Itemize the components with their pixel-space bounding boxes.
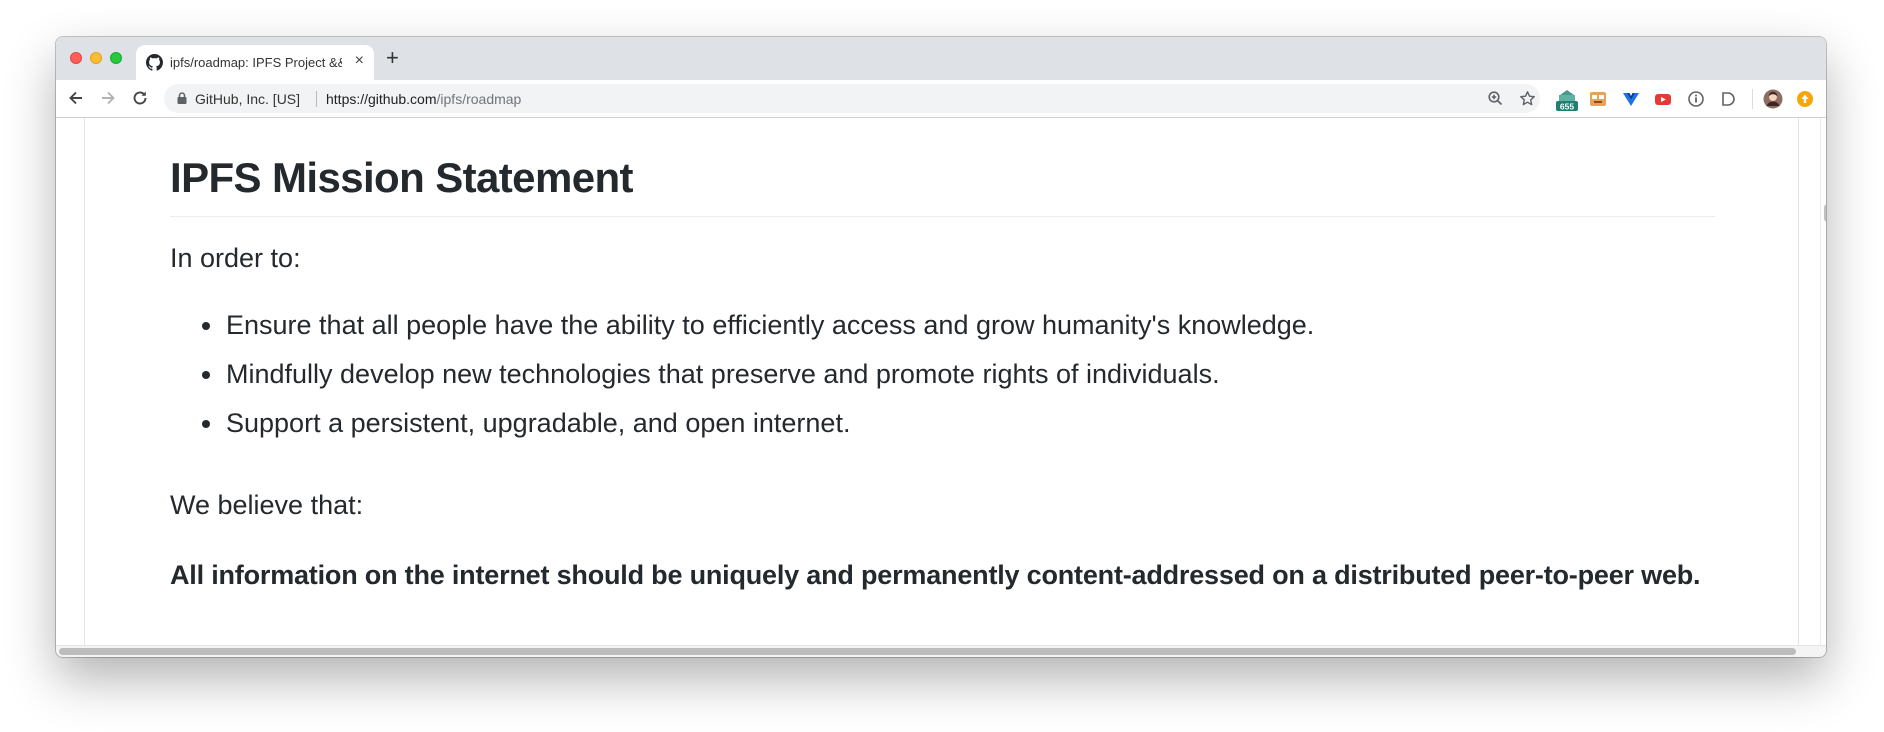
readme-border-left	[84, 118, 85, 645]
lock-icon	[177, 92, 187, 104]
tab-title: ipfs/roadmap: IPFS Project &&	[170, 55, 342, 70]
title-bar: ipfs/roadmap: IPFS Project && × +	[56, 37, 1826, 80]
info-icon[interactable]	[1686, 89, 1706, 109]
zoom-icon[interactable]	[1487, 90, 1504, 107]
page-title: IPFS Mission Statement	[170, 154, 633, 201]
readme-border-right	[1798, 118, 1799, 645]
tab-close-icon[interactable]: ×	[355, 52, 364, 70]
back-arrow-icon[interactable]	[66, 88, 86, 108]
update-menu-icon[interactable]	[1795, 89, 1815, 109]
vertical-scrollbar-track	[1820, 118, 1821, 645]
url-text: https://github.com/ipfs/roadmap	[326, 91, 521, 107]
horizontal-scrollbar-track	[56, 645, 1826, 657]
address-separator	[316, 91, 317, 107]
list-item: Ensure that all people have the ability …	[201, 301, 1314, 350]
page-content: IPFS Mission Statement In order to: Ensu…	[56, 118, 1826, 645]
belief-statement: All information on the internet should b…	[170, 560, 1701, 590]
url-host: https://github.com	[326, 91, 437, 107]
list-item: Mindfully develop new technologies that …	[201, 350, 1314, 399]
browser-window: ipfs/roadmap: IPFS Project && × + GitHub…	[56, 37, 1826, 657]
url-path: /ipfs/roadmap	[436, 91, 522, 107]
browser-tab[interactable]: ipfs/roadmap: IPFS Project && ×	[136, 45, 374, 80]
video-extension-icon[interactable]	[1653, 89, 1673, 109]
heading-divider	[170, 216, 1715, 217]
site-identity: GitHub, Inc. [US]	[195, 91, 301, 107]
toolbar-divider	[1752, 89, 1753, 109]
intro-paragraph: In order to:	[170, 243, 301, 273]
belief-intro-paragraph: We believe that:	[170, 490, 364, 520]
puzzle-face-extension-icon[interactable]	[1588, 89, 1608, 109]
forward-arrow-icon[interactable]	[98, 88, 118, 108]
new-tab-button[interactable]: +	[386, 47, 399, 69]
vertical-scrollbar[interactable]	[1824, 204, 1826, 222]
maximize-window-button[interactable]	[110, 52, 122, 64]
extension-badge-icon[interactable]: 655	[1556, 87, 1578, 111]
minimize-window-button[interactable]	[90, 52, 102, 64]
close-window-button[interactable]	[70, 52, 82, 64]
address-bar[interactable]: GitHub, Inc. [US] https://github.com/ipf…	[164, 84, 1540, 113]
star-icon[interactable]	[1519, 90, 1536, 107]
vue-devtools-icon[interactable]	[1621, 89, 1641, 109]
github-tab-icon	[146, 54, 163, 71]
mission-list: Ensure that all people have the ability …	[201, 301, 1314, 448]
dark-reader-icon[interactable]	[1718, 89, 1738, 109]
horizontal-scrollbar[interactable]	[59, 648, 1796, 655]
list-item: Support a persistent, upgradable, and op…	[201, 399, 1314, 448]
browser-toolbar: GitHub, Inc. [US] https://github.com/ipf…	[56, 80, 1826, 118]
extension-badge-count: 655	[1560, 102, 1574, 112]
reload-icon[interactable]	[130, 88, 150, 108]
avatar[interactable]	[1763, 89, 1783, 109]
